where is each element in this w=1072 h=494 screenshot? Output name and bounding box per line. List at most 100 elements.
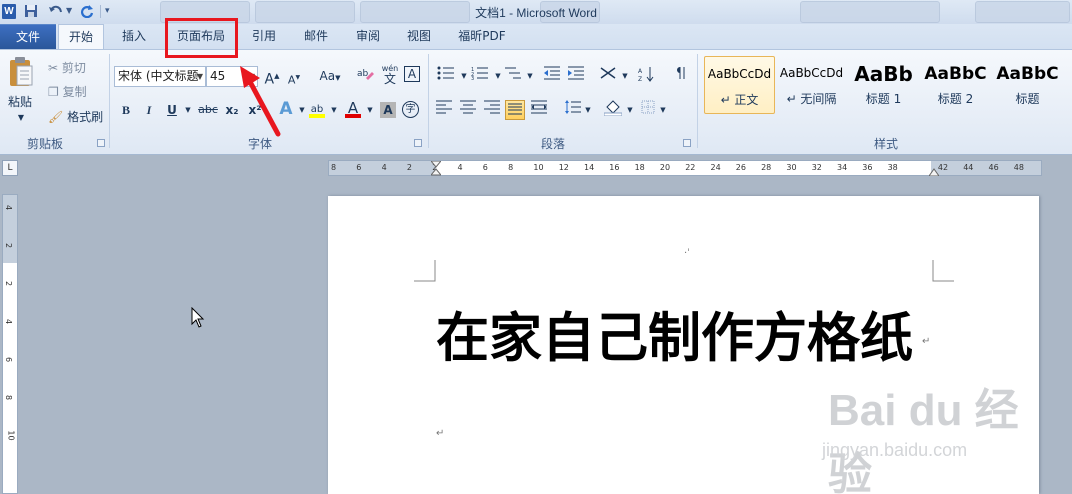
font-launcher-icon[interactable]: [414, 139, 422, 147]
font-size-value: 45: [210, 69, 226, 83]
tab-file[interactable]: 文件: [0, 24, 56, 49]
style-sample: AaBbC: [996, 64, 1059, 84]
paragraph-launcher-icon[interactable]: [683, 139, 691, 147]
chevron-down-icon: ▼: [196, 72, 203, 81]
style-sample: AaBbC: [924, 64, 987, 84]
tab-references[interactable]: 引用: [242, 24, 286, 49]
align-center-icon[interactable]: [458, 100, 478, 120]
ruler-tick-label: 44: [963, 163, 974, 172]
shrink-font-button[interactable]: A▼: [284, 68, 304, 88]
group-divider: [428, 54, 429, 148]
ruler-tick-label: 24: [710, 163, 721, 172]
ruler-tick-label: 14: [584, 163, 595, 172]
vertical-ruler[interactable]: 4 2 2 4 6 8 10: [2, 194, 18, 494]
chevron-down-icon[interactable]: ▼: [520, 66, 540, 86]
chevron-down-icon[interactable]: ▼: [578, 100, 598, 120]
paragraph-mark: ↵: [922, 336, 931, 347]
ribbon-tabs: 文件 开始 插入 页面布局 引用 邮件 审阅 视图 福昕PDF: [0, 24, 1072, 50]
style-sample: AaBbCcDd: [779, 66, 844, 80]
chevron-down-icon[interactable]: ▼: [178, 100, 198, 120]
tab-insert[interactable]: 插入: [112, 24, 156, 49]
align-left-icon[interactable]: [434, 100, 454, 120]
style-heading-1[interactable]: AaBb 标题 1: [848, 56, 919, 114]
brush-icon: 🖌: [48, 110, 64, 124]
paragraph-mark: ·ˈ: [684, 248, 690, 259]
decrease-indent-icon[interactable]: [542, 66, 562, 86]
style-gallery: AaBbCcDd ↵ 正文 AaBbCcDd ↵ 无间隔 AaBb 标题 1 A…: [704, 56, 1059, 116]
format-painter-button[interactable]: 🖌 格式刷: [48, 109, 103, 125]
clipboard-group-label: 剪贴板: [26, 137, 63, 151]
ruler-tick-label: 38: [887, 163, 898, 172]
italic-button[interactable]: I: [139, 100, 159, 120]
ruler-tick-label: 48: [1013, 163, 1024, 172]
right-indent-marker-icon[interactable]: [928, 165, 940, 179]
ruler-tick-label: 8: [508, 163, 514, 172]
tab-home[interactable]: 开始: [58, 24, 104, 50]
indent-marker-icon[interactable]: [429, 160, 443, 180]
ruler-tick-label: 42: [937, 163, 949, 172]
tab-review[interactable]: 审阅: [346, 24, 390, 49]
style-heading-2[interactable]: AaBbC 标题 2: [920, 56, 991, 114]
paragraph-mark: ↵: [436, 428, 445, 439]
sort-icon[interactable]: AZ: [637, 66, 657, 86]
scissors-icon: ✂: [48, 61, 59, 75]
character-shading-button[interactable]: A: [380, 102, 396, 118]
ruler-tick-label: 22: [685, 163, 696, 172]
show-marks-icon[interactable]: [672, 66, 692, 86]
font-name-combo[interactable]: 宋体 (中文标题 ▼: [114, 66, 206, 87]
style-normal[interactable]: AaBbCcDd ↵ 正文: [704, 56, 775, 114]
tab-selector-button[interactable]: L: [2, 160, 18, 176]
ruler-tick-label: 4: [4, 318, 14, 325]
character-border-button[interactable]: A: [404, 66, 420, 82]
svg-text:3: 3: [471, 76, 474, 80]
enclose-characters-button[interactable]: 字: [402, 101, 419, 118]
clear-format-icon[interactable]: ab: [356, 66, 376, 86]
annotation-arrow-icon: [240, 66, 281, 137]
svg-text:A: A: [638, 68, 643, 75]
paste-label: 粘贴: [8, 95, 33, 109]
paste-button[interactable]: 粘贴 ▼: [8, 56, 34, 126]
distributed-icon[interactable]: [529, 100, 549, 120]
cut-button[interactable]: ✂ 剪切: [48, 60, 86, 76]
style-name: ↵ 无间隔: [786, 92, 837, 106]
style-title[interactable]: AaBbC 标题: [992, 56, 1063, 114]
ruler-tick-label: 32: [811, 163, 822, 172]
paste-dropdown-icon[interactable]: ▼: [8, 110, 34, 126]
phonetic-guide-button[interactable]: wén 文: [380, 64, 400, 85]
svg-text:Z: Z: [638, 76, 642, 82]
watermark-brand: Bai du 经验: [828, 386, 1019, 494]
clipboard-launcher-icon[interactable]: [97, 139, 105, 147]
watermark-url: jingyan.baidu.com: [822, 440, 968, 460]
chevron-down-icon[interactable]: ▼: [653, 100, 673, 120]
bullets-icon[interactable]: [436, 66, 456, 86]
ruler-tick-label: 28: [761, 163, 772, 172]
style-no-spacing[interactable]: AaBbCcDd ↵ 无间隔: [776, 56, 847, 114]
chevron-down-icon[interactable]: ▼: [620, 100, 640, 120]
copy-button[interactable]: ❐ 复制: [48, 84, 87, 100]
baidu-watermark: Bai du 经验 jingyan.baidu.com: [820, 372, 1060, 494]
increase-indent-icon[interactable]: [566, 66, 586, 86]
style-name: 标题: [1015, 92, 1040, 106]
title-bar: W ▼ ▾ 文档1 - Microsoft Word: [0, 0, 1072, 24]
document-heading[interactable]: 在家自己制作方格纸: [436, 296, 913, 372]
font-color-swatch: [345, 114, 361, 118]
tab-view[interactable]: 视图: [397, 24, 441, 49]
strikethrough-button[interactable]: abc: [196, 100, 220, 120]
tab-foxit-pdf[interactable]: 福昕PDF: [448, 24, 516, 49]
style-sample: AaBb: [854, 62, 913, 86]
align-right-icon[interactable]: [482, 100, 502, 120]
horizontal-ruler[interactable]: 8 6 4 2 2 4 6 8 10 12 14 16 18 20 22 24 26 28 30 32 34 36 38 42…: [328, 160, 1042, 179]
numbering-icon[interactable]: 123: [470, 66, 490, 86]
change-case-button[interactable]: Aa▼: [316, 66, 344, 86]
chevron-down-icon[interactable]: ▼: [360, 100, 380, 120]
justify-icon[interactable]: [505, 100, 525, 120]
tab-mailings[interactable]: 邮件: [294, 24, 338, 49]
copy-icon: ❐: [48, 85, 59, 99]
group-divider: [109, 54, 110, 148]
window-title: 文档1 - Microsoft Word: [475, 6, 597, 20]
style-name: 标题 1: [865, 92, 902, 106]
change-case-label: Aa: [319, 69, 336, 83]
chevron-down-icon[interactable]: ▼: [615, 66, 635, 86]
bold-button[interactable]: B: [116, 100, 136, 120]
chevron-down-icon[interactable]: ▼: [324, 100, 344, 120]
